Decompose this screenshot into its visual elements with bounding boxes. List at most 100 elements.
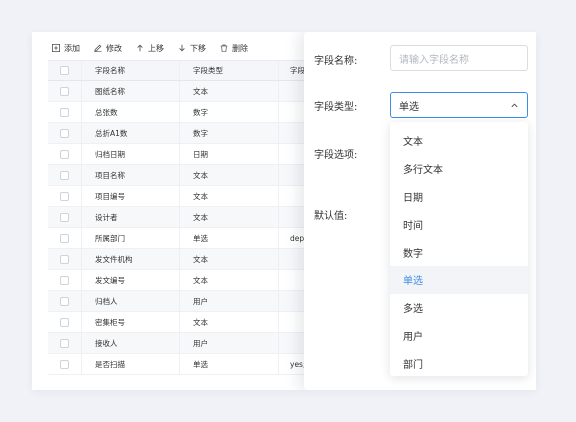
move-down-button[interactable]: 下移 [178, 43, 206, 54]
table-header: 字段名称 字段类型 字段 [48, 60, 338, 81]
add-button[interactable]: 添加 [52, 43, 80, 54]
dropdown-option[interactable]: 单选 [390, 265, 528, 294]
table-row[interactable]: 发文件机构 文本 [48, 249, 338, 270]
trash-icon [220, 44, 228, 52]
row-field-name: 项目名称 [82, 165, 180, 185]
dropdown-option[interactable]: 部门 [390, 349, 528, 377]
row-checkbox[interactable] [60, 317, 69, 327]
table-row[interactable]: 设计者 文本 [48, 207, 338, 228]
table-row[interactable]: 项目编号 文本 [48, 186, 338, 207]
row-checkbox[interactable] [60, 254, 69, 264]
row-field-type: 文本 [180, 165, 279, 185]
row-checkbox[interactable] [60, 191, 69, 201]
table-row[interactable]: 归档人 用户 [48, 291, 338, 312]
table-row[interactable]: 总折A1数 数字 [48, 123, 338, 144]
edit-label: 修改 [106, 43, 122, 53]
fields-table: 字段名称 字段类型 字段 图纸名称 文本 总张数 数字 总折A1数 数字 归档日期 日期 项目名… [48, 60, 338, 375]
row-checkbox[interactable] [60, 359, 69, 369]
edit-button[interactable]: 修改 [94, 43, 122, 54]
row-field-name: 密集柜号 [82, 312, 180, 332]
row-field-type: 文本 [180, 207, 279, 227]
select-all-cell [48, 61, 82, 80]
row-checkbox[interactable] [60, 233, 69, 243]
row-checkbox-cell [48, 291, 82, 311]
dropdown-option[interactable]: 文本 [390, 127, 528, 155]
row-checkbox[interactable] [60, 296, 69, 306]
add-label: 添加 [64, 43, 80, 53]
toolbar: 添加 修改 上移 下移 删除 [52, 41, 248, 55]
row-field-type: 日期 [180, 144, 279, 164]
field-type-select[interactable]: 单选 [390, 92, 528, 118]
select-all-checkbox[interactable] [60, 66, 69, 75]
plus-square-icon [52, 44, 60, 52]
header-field-name[interactable]: 字段名称 [82, 61, 180, 80]
row-checkbox-cell [48, 354, 82, 374]
table-row[interactable]: 归档日期 日期 [48, 144, 338, 165]
row-field-name: 是否扫描 [82, 354, 180, 374]
dropdown-option[interactable]: 多选 [390, 294, 528, 322]
row-checkbox-cell [48, 102, 82, 122]
field-edit-panel: 字段名称: 请输入字段名称 字段类型: 单选 字段选项: 默认值: 文本 多行文本… [304, 32, 536, 390]
header-field-type[interactable]: 字段类型 [180, 61, 279, 80]
dropdown-option[interactable]: 多行文本 [390, 155, 528, 183]
row-field-type: 数字 [180, 102, 279, 122]
field-type-label: 字段类型: [314, 102, 358, 113]
row-field-name: 所属部门 [82, 228, 180, 248]
row-checkbox-cell [48, 186, 82, 206]
table-row[interactable]: 图纸名称 文本 [48, 81, 338, 102]
dropdown-option[interactable]: 时间 [390, 210, 528, 238]
row-checkbox-cell [48, 144, 82, 164]
row-field-type: 单选 [180, 228, 279, 248]
row-field-type: 单选 [180, 354, 279, 374]
edit-icon [94, 44, 102, 52]
row-checkbox[interactable] [60, 212, 69, 222]
field-name-input[interactable]: 请输入字段名称 [390, 45, 528, 71]
row-checkbox-cell [48, 333, 82, 353]
arrow-down-icon [179, 44, 185, 52]
row-field-name: 设计者 [82, 207, 180, 227]
table-row[interactable]: 总张数 数字 [48, 102, 338, 123]
row-field-name: 归档人 [82, 291, 180, 311]
field-type-dropdown: 文本 多行文本 日期 时间 数字 单选 多选 用户 部门 [390, 122, 528, 376]
row-checkbox-cell [48, 228, 82, 248]
chevron-up-icon [511, 102, 518, 107]
field-name-label: 字段名称: [314, 56, 358, 67]
move-up-label: 上移 [148, 43, 164, 53]
row-field-type: 文本 [180, 81, 279, 101]
table-row[interactable]: 所属部门 单选 dept [48, 228, 338, 249]
row-checkbox[interactable] [60, 107, 69, 117]
move-down-label: 下移 [190, 43, 206, 53]
move-up-button[interactable]: 上移 [136, 43, 164, 54]
dropdown-option[interactable]: 数字 [390, 238, 528, 266]
row-checkbox[interactable] [60, 170, 69, 180]
row-field-type: 文本 [180, 249, 279, 269]
row-checkbox-cell [48, 165, 82, 185]
row-checkbox[interactable] [60, 338, 69, 348]
row-field-type: 文本 [180, 186, 279, 206]
row-checkbox-cell [48, 207, 82, 227]
row-checkbox-cell [48, 81, 82, 101]
row-field-type: 文本 [180, 270, 279, 290]
dropdown-option[interactable]: 日期 [390, 183, 528, 211]
table-row[interactable]: 项目名称 文本 [48, 165, 338, 186]
row-checkbox[interactable] [60, 86, 69, 96]
row-checkbox[interactable] [60, 149, 69, 159]
delete-label: 删除 [232, 43, 248, 53]
row-field-name: 图纸名称 [82, 81, 180, 101]
table-row[interactable]: 接收人 用户 [48, 333, 338, 354]
row-field-name: 总折A1数 [82, 123, 180, 143]
table-row[interactable]: 是否扫描 单选 yes; [48, 354, 338, 375]
table-row[interactable]: 发文编号 文本 [48, 270, 338, 291]
row-field-name: 归档日期 [82, 144, 180, 164]
row-field-name: 项目编号 [82, 186, 180, 206]
row-checkbox-cell [48, 312, 82, 332]
row-checkbox[interactable] [60, 275, 69, 285]
field-type-value: 单选 [399, 101, 419, 113]
table-row[interactable]: 密集柜号 文本 [48, 312, 338, 333]
delete-button[interactable]: 删除 [220, 43, 248, 54]
dropdown-option[interactable]: 用户 [390, 322, 528, 350]
row-checkbox[interactable] [60, 128, 69, 138]
row-field-name: 总张数 [82, 102, 180, 122]
row-field-type: 数字 [180, 123, 279, 143]
row-checkbox-cell [48, 123, 82, 143]
